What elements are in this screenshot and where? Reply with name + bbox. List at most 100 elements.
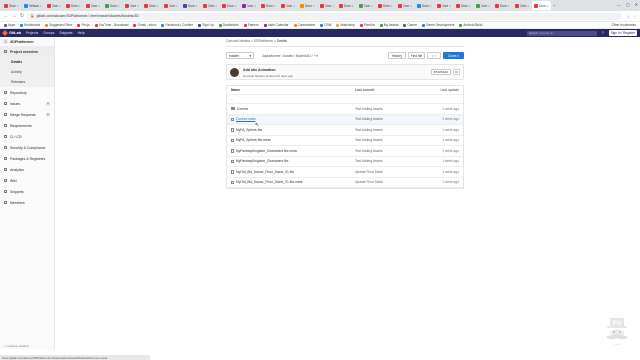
tab-close-icon[interactable]: × — [488, 4, 490, 8]
browser-tab[interactable]: Dom × — [357, 1, 376, 10]
last-commit-cell[interactable]: Test Adding Assets — [355, 138, 383, 142]
close-window-icon[interactable]: ✕ — [635, 2, 638, 7]
browser-tab[interactable]: Refsanciou× — [22, 1, 44, 10]
bookmark-item[interactable]: Suggested Sites — [45, 23, 72, 27]
browser-tab[interactable]: Dom × — [493, 1, 512, 10]
commit-author[interactable]: Gonzalo Medina — [243, 74, 265, 78]
collapse-sidebar-button[interactable]: « Collapse sidebar — [4, 344, 29, 348]
table-row[interactable]: MyOld_Bld_House_Floor_Stone_01.fbx.meta U… — [227, 178, 463, 188]
other-bookmarks[interactable]: Other bookmarks — [612, 23, 636, 27]
path-segment[interactable]: Assets — [283, 54, 293, 58]
bookmark-item[interactable]: Career — [403, 23, 417, 27]
bookmark-item[interactable]: Facebook | Confirm — [161, 23, 193, 27]
table-row[interactable]: MyFA_Sphere.fbx Test Adding Assets 1 week … — [227, 125, 463, 136]
file-name-link[interactable]: MyOld_Bld_House_Floor_Stone_01.fbx — [236, 170, 294, 174]
help-icon[interactable]: ? — [602, 31, 604, 35]
sidebar-item-wiki[interactable]: Wiki — [0, 175, 54, 186]
sidebar-item-security-compliance[interactable]: Security & Compliance — [0, 142, 54, 153]
bookmark-item[interactable]: Commander — [293, 23, 315, 27]
forward-icon[interactable]: → — [11, 13, 17, 19]
last-commit-cell[interactable]: Test Adding Assets — [355, 107, 383, 111]
tab-close-icon[interactable]: × — [79, 4, 81, 8]
sidebar-item-snippets[interactable]: Snippets — [0, 186, 54, 197]
browser-tab[interactable]: Dom × — [415, 1, 434, 10]
gitlab-search-input[interactable]: Search or jump to... — [526, 30, 597, 36]
file-name-link[interactable]: MyFA_Sphere.fbx.meta — [236, 138, 270, 142]
copy-sha-icon[interactable]: ⧉ — [453, 69, 460, 75]
bookmark-item[interactable]: My Assets — [379, 23, 398, 27]
commit-sha[interactable]: 9f205820 — [430, 69, 451, 75]
last-commit-cell[interactable]: Update Floor Mesh — [355, 170, 383, 174]
tab-close-icon[interactable]: × — [547, 4, 549, 8]
bookmark-item[interactable]: Pixi.js — [77, 23, 90, 27]
browser-tab[interactable]: Dom × — [162, 1, 181, 10]
tab-close-icon[interactable]: × — [254, 4, 256, 8]
tab-close-icon[interactable]: × — [196, 4, 198, 8]
bookmark-item[interactable]: Patreon — [243, 23, 259, 27]
browser-tab[interactable]: Dom × — [279, 1, 298, 10]
parent-directory-link[interactable]: .. — [231, 97, 233, 101]
browser-tab[interactable]: Dom × — [123, 1, 142, 10]
browser-tab[interactable]: Dom × — [474, 1, 493, 10]
tab-close-icon[interactable]: × — [235, 4, 237, 8]
tab-close-icon[interactable]: × — [98, 4, 100, 8]
table-row[interactable]: Convex.meta ↖ Test Adding Assets 1 week ago — [227, 114, 463, 128]
browser-tab[interactable]: Dom × — [513, 1, 532, 10]
bookmark-item[interactable]: YouTube - Broadcast — [94, 23, 128, 27]
browser-tab[interactable]: Dom × — [298, 1, 317, 10]
bookmark-item[interactable]: Bookmarks — [20, 23, 40, 27]
star-icon[interactable]: ☆ — [626, 14, 630, 19]
sidebar-item-members[interactable]: Members — [0, 197, 54, 208]
browser-tab[interactable]: Dom × — [84, 1, 103, 10]
browser-tab[interactable]: Dom × — [64, 1, 83, 10]
tab-close-icon[interactable]: × — [40, 4, 42, 8]
sidebar-item-issues[interactable]: Issues 0 — [0, 98, 54, 109]
last-commit-cell[interactable]: Test Adding Assets — [355, 117, 383, 121]
tab-close-icon[interactable]: × — [430, 4, 432, 8]
bookmark-item[interactable]: Apps — [4, 23, 15, 27]
bookmark-item[interactable]: PixelArt — [359, 23, 375, 27]
tab-close-icon[interactable]: × — [391, 4, 393, 8]
add-to-tree-icon[interactable]: + ▾ — [313, 54, 318, 58]
path-segment[interactable]: 3dplatformer — [262, 54, 281, 58]
browser-tab[interactable]: Dom × — [142, 1, 161, 10]
sidebar-item-repository[interactable]: Repository — [0, 87, 54, 98]
tab-close-icon[interactable]: × — [332, 4, 334, 8]
sidebar-item-requirements[interactable]: Requirements — [0, 120, 54, 131]
new-tab-button[interactable]: + — [552, 1, 570, 10]
tab-close-icon[interactable]: × — [449, 4, 451, 8]
file-name-link[interactable]: MyFA_Sphere.fbx — [236, 128, 262, 132]
breadcrumb-project[interactable]: 3DPlatformer — [254, 39, 273, 43]
commit-message[interactable]: Add Idle Animation — [243, 68, 276, 72]
nav-projects[interactable]: Projects — [26, 31, 38, 35]
clone-button[interactable]: Clone ▾ — [443, 52, 464, 59]
browser-tab[interactable]: Dom × — [103, 1, 122, 10]
file-name-link[interactable]: Convex — [237, 107, 248, 111]
last-commit-cell[interactable]: Update Floor Mesh — [355, 180, 383, 184]
tab-close-icon[interactable]: × — [508, 4, 510, 8]
browser-tab[interactable]: Dom × — [259, 1, 278, 10]
author-avatar[interactable] — [230, 68, 239, 77]
nav-help[interactable]: Help — [78, 31, 85, 35]
browser-tab[interactable]: Dom × — [45, 1, 64, 10]
tab-close-icon[interactable]: × — [352, 4, 354, 8]
last-commit-cell[interactable]: Test Adding Assets — [355, 159, 383, 163]
browser-tab[interactable]: Dom × — [376, 1, 395, 10]
browser-tab[interactable]: Dom × — [435, 1, 454, 10]
find-file-button[interactable]: Find file — [408, 52, 425, 59]
reload-icon[interactable]: ↻ — [19, 13, 25, 19]
tab-close-icon[interactable]: × — [274, 4, 276, 8]
sidebar-item-merge-requests[interactable]: Merge Requests 0 — [0, 109, 54, 120]
tab-close-icon[interactable]: × — [313, 4, 315, 8]
table-row[interactable]: MyOld_Bld_House_Floor_Stone_01.fbx Update… — [227, 167, 463, 178]
parent-directory-row[interactable]: .. — [227, 95, 463, 104]
browser-tab[interactable]: Dom × — [396, 1, 415, 10]
tab-close-icon[interactable]: × — [410, 4, 412, 8]
tab-close-icon[interactable]: × — [176, 4, 178, 8]
sidebar-subitem-releases[interactable]: Releases — [0, 77, 54, 87]
breadcrumb-owner[interactable]: Gonzalo Medina — [226, 39, 250, 43]
sign-in-button[interactable]: Sign in / Register — [608, 30, 637, 36]
url-input[interactable]: 🔒 gitlab.com/alcuser/3DPlatformer/-/tree… — [27, 12, 623, 20]
browser-tab[interactable]: Dom × — [337, 1, 356, 10]
browser-tab[interactable]: Dom × — [240, 1, 259, 10]
